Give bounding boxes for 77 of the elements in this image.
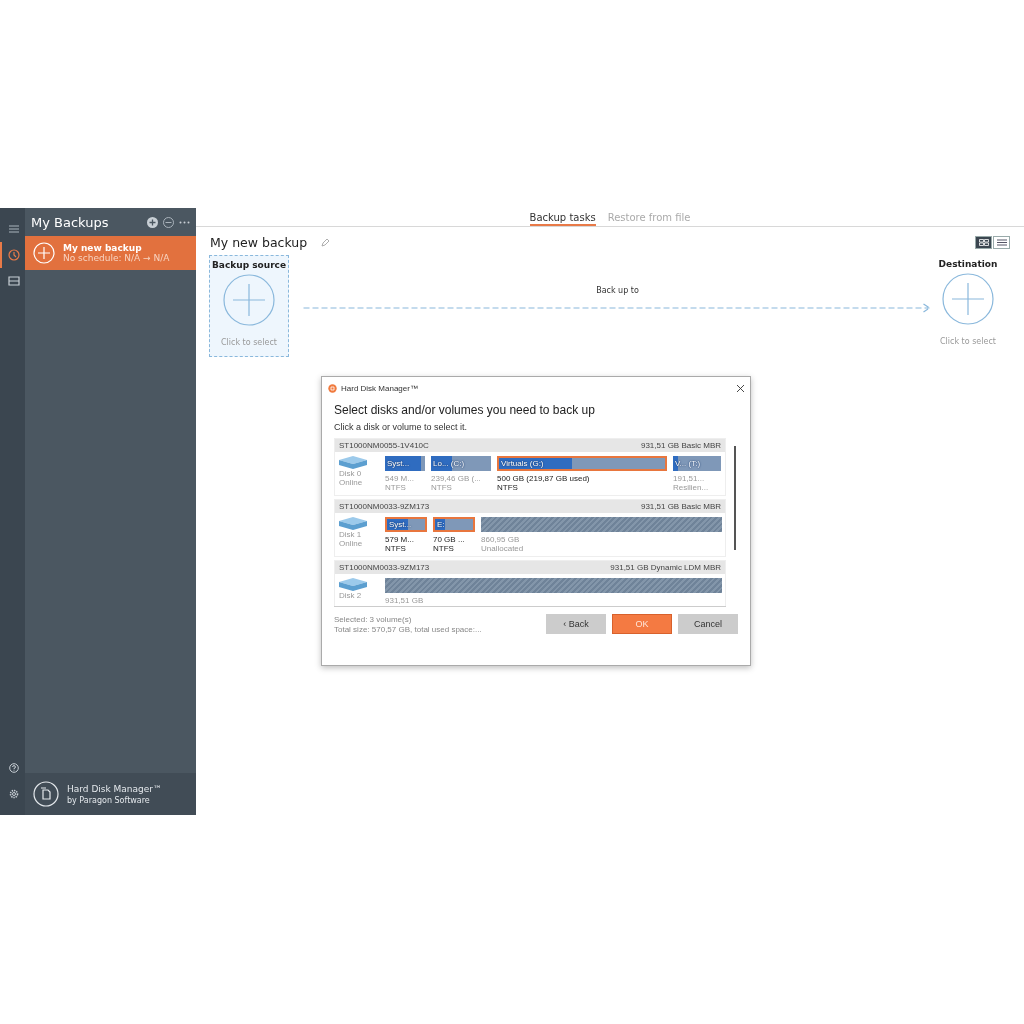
disk-name: Disk 1	[339, 530, 363, 539]
help-icon[interactable]	[8, 763, 19, 773]
disk-status: Online	[339, 478, 364, 487]
disk-name: Disk 0	[339, 469, 363, 478]
pencil-icon[interactable]	[321, 238, 331, 247]
backup-title: My new backup	[210, 235, 308, 250]
backup-source-card[interactable]: Backup source Click to select	[209, 255, 289, 357]
total-size: Total size: 570,57 GB, total used space:...	[334, 624, 483, 634]
source-hint: Click to select	[221, 338, 277, 347]
clock-icon	[7, 249, 20, 261]
volume-bar[interactable]: Syst...	[385, 456, 425, 471]
hard-drive-icon	[339, 456, 367, 469]
tile-view-button[interactable]	[975, 236, 992, 249]
backup-name: My new backup	[63, 243, 143, 253]
list-icon	[996, 239, 1007, 246]
unallocated-label: Unallocated	[481, 544, 525, 553]
dialog-title: Hard Disk Manager™	[341, 383, 418, 393]
volume-filesystem: NTFS	[385, 544, 407, 553]
destination-label: Destination	[938, 259, 998, 269]
app-logo-icon	[328, 383, 337, 393]
plus-circle-icon	[223, 274, 275, 326]
back-button[interactable]: ‹ Back	[546, 614, 606, 634]
volume-filesystem: Resilien...	[673, 483, 710, 492]
volume-size: 579 M...	[385, 535, 415, 544]
product-name: Hard Disk Manager™	[67, 783, 163, 794]
volume-bar[interactable]: Syst...	[385, 517, 427, 532]
disk-name: Disk 2	[339, 591, 363, 600]
disk-model: ST1000NM0033-9ZM173	[339, 563, 430, 572]
volume-size: 191,51...	[673, 474, 706, 483]
volume-filesystem: NTFS	[433, 544, 455, 553]
selection-summary: Selected: 3 volume(s)	[334, 614, 413, 624]
source-label: Backup source	[211, 260, 287, 270]
backup-list-item[interactable]: My new backup No schedule: N/A → N/A	[25, 236, 196, 270]
plus-circle-icon	[942, 273, 994, 325]
dialog-subheading: Click a disk or volume to select it.	[334, 422, 469, 432]
tiles-icon	[978, 239, 989, 246]
hard-drive-icon	[339, 517, 367, 530]
destination-card[interactable]: Destination Click to select	[938, 255, 998, 346]
list-view-button[interactable]	[993, 236, 1010, 249]
volume-size: 549 M...	[385, 474, 415, 483]
menu-icon	[8, 225, 19, 233]
volume-size: 70 GB ...	[433, 535, 466, 544]
disk-model: ST1000NM0055-1V410C	[339, 441, 429, 450]
plus-circle-icon	[33, 242, 55, 264]
volume-bar[interactable]: Virtuals (G:)	[497, 456, 667, 471]
close-icon[interactable]	[737, 384, 744, 392]
copy-logo-icon	[33, 781, 59, 807]
scrollbar[interactable]	[734, 446, 736, 550]
dialog-heading: Select disks and/or volumes you need to back up	[334, 403, 596, 417]
unallocated-size: 931,51 GB	[385, 596, 425, 605]
link-label: Back up to	[596, 286, 639, 295]
vendor-name: by Paragon Software	[67, 795, 151, 805]
volume-size: 239,46 GB (...	[431, 474, 482, 483]
disk-panel[interactable]: ST1000NM0033-9ZM173 931,51 GB Basic MBR Disk 1 Online Syst... 579 M... NTFS E: 70 GB ... NTFS 860,95 GB Unallocated	[334, 499, 726, 557]
sidebar-title: My Backups	[31, 214, 110, 230]
hard-drive-icon	[339, 578, 367, 591]
volume-filesystem: NTFS	[385, 483, 407, 492]
settings-icon[interactable]	[8, 789, 19, 799]
add-icon[interactable]	[147, 216, 158, 228]
volume-bar[interactable]: E:	[433, 517, 475, 532]
disk-panel[interactable]: ST1000NM0033-9ZM173 931,51 GB Dynamic LDM MBR Disk 2 931,51 GB	[334, 560, 726, 606]
disk-model: ST1000NM0033-9ZM173	[339, 502, 430, 511]
destination-hint: Click to select	[940, 337, 996, 346]
drive-icon	[7, 276, 20, 286]
disk-status: Online	[339, 539, 364, 548]
volume-filesystem: NTFS	[497, 483, 519, 492]
volume-filesystem: NTFS	[431, 483, 453, 492]
disk-info: 931,51 GB Basic MBR	[640, 441, 721, 450]
disk-info: 931,51 GB Dynamic LDM MBR	[610, 563, 721, 572]
remove-icon[interactable]	[163, 216, 174, 228]
backup-schedule: No schedule: N/A → N/A	[63, 253, 170, 263]
tab[interactable]: Backup tasks	[529, 212, 596, 226]
volume-size: 500 GB (219,87 GB used)	[497, 474, 591, 483]
unallocated-size: 860,95 GB	[481, 535, 521, 544]
cancel-button[interactable]: Cancel	[678, 614, 738, 634]
more-icon[interactable]	[179, 220, 190, 224]
disk-info: 931,51 GB Basic MBR	[640, 502, 721, 511]
